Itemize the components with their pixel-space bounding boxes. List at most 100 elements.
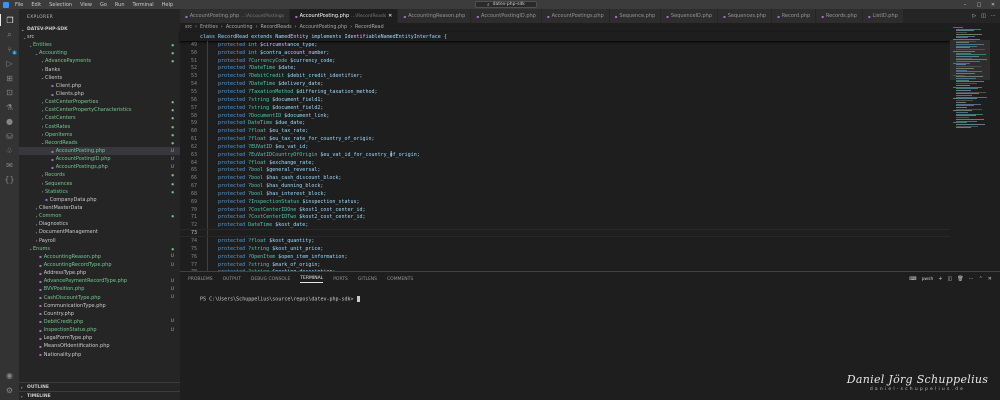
tree-folder[interactable]: › CostCenterProperties ● — [19, 98, 180, 106]
database-icon[interactable]: ⛁ — [0, 130, 19, 142]
editor-tab[interactable]: ▪ Record.php — [772, 9, 817, 23]
code-line[interactable]: 64 protected ?float $exchange_rate; — [180, 158, 950, 167]
panel-tab-terminal[interactable]: TERMINAL — [300, 276, 324, 283]
panel-tab-ports[interactable]: PORTS — [333, 277, 348, 282]
breadcrumb-item[interactable]: AccountPosting.php — [300, 25, 347, 30]
remote-explorer-icon[interactable]: ⊡ — [0, 87, 19, 99]
tree-file[interactable]: ▪ AccountingRecordType.php U — [19, 261, 180, 269]
tree-file[interactable]: ▪ CommunicationType.php — [19, 302, 180, 310]
code-line[interactable]: 61 protected ?float $eu_tax_rate_for_coun… — [180, 135, 950, 143]
editor-tab[interactable]: ▪ ListID.php — [862, 9, 904, 23]
code-line[interactable]: 57 protected ?string $document_field2; — [180, 103, 950, 112]
tree-folder[interactable]: › Sequences ● — [19, 180, 180, 188]
tree-file[interactable]: ▪ AccountPosting.php U — [19, 146, 180, 156]
editor-scrollbar[interactable] — [990, 23, 1000, 271]
more-actions-icon[interactable]: ⋯ — [991, 13, 996, 19]
tree-folder[interactable]: › OpenItems ● — [19, 131, 180, 139]
close-icon[interactable]: ✕ — [986, 0, 1000, 9]
code-line[interactable]: 62 protected ?EUVatID $eu_vat_id; — [180, 142, 950, 151]
menu-item-run[interactable]: Run — [115, 2, 125, 8]
panel-tab-output[interactable]: OUTPUT — [223, 277, 241, 282]
source-control-icon[interactable]: ⑂ 6 — [0, 43, 19, 55]
add-terminal-icon[interactable]: + — [938, 276, 942, 282]
code-line[interactable]: 55 protected ?TaxationMethod $differing_t… — [180, 88, 950, 96]
minimap[interactable] — [950, 23, 990, 271]
breadcrumb-item[interactable]: Accounting — [226, 25, 253, 30]
sticky-scroll-header[interactable]: class RecordRead extends NamedEntity imp… — [180, 32, 950, 41]
menu-item-edit[interactable]: Edit — [31, 2, 41, 8]
tree-folder[interactable]: › Common ● — [19, 212, 180, 220]
code-line[interactable]: 51 protected ?CurrencyCode $currency_code… — [180, 56, 950, 65]
trash-icon[interactable]: 🗑 — [957, 276, 963, 282]
json-icon[interactable]: {} — [0, 174, 19, 186]
tree-file[interactable]: ▪ AccountingReason.php U — [19, 253, 180, 261]
code-line[interactable]: 74 protected ?float $kost_quantity; — [180, 237, 950, 245]
close-panel-icon[interactable]: ✕ — [988, 276, 992, 282]
code-line[interactable]: 63 protected ?EuVatIDCountryOfOrigin $eu_… — [180, 150, 950, 159]
code-line[interactable]: 56 protected ?string $document_field1; — [180, 95, 950, 104]
tree-folder[interactable]: ⌄ Enums ● — [19, 245, 180, 253]
tree-folder[interactable]: ⌄ Entities ● — [19, 41, 180, 49]
command-center[interactable]: ⌕ datev-php-sdk — [475, 1, 537, 8]
editor-tab[interactable]: ▪ Records.php — [816, 9, 863, 23]
minimize-icon[interactable]: – — [958, 0, 972, 9]
editor-tab[interactable]: ▪ AccountPosting.php ...\RecordReads ✕ — [289, 9, 399, 23]
tree-file[interactable]: ▪ MeansOfIdentification.php — [19, 342, 180, 350]
tree-folder[interactable]: › AdvancePayments ● — [19, 57, 180, 65]
tree-file[interactable]: ▪ AccountPostingID.php U — [19, 155, 180, 163]
tree-folder[interactable]: ⌄ RecordReads ● — [19, 139, 180, 147]
tree-folder[interactable]: › Banks — [19, 66, 180, 74]
code-line[interactable]: 67 protected ?bool $has_dunning_block; — [180, 182, 950, 191]
editor-tab[interactable]: ▪ SequenceID.php — [661, 9, 718, 23]
menu-item-terminal[interactable]: Terminal — [133, 2, 154, 8]
tree-folder[interactable]: ⌄ Clients — [19, 74, 180, 82]
code-line[interactable]: 71 protected ?CostCenterIDTwo $kost2_cost… — [180, 213, 950, 222]
panel-tab-gitlens[interactable]: GITLENS — [358, 277, 377, 282]
tree-folder[interactable]: › CostCenters ● — [19, 114, 180, 122]
code-line[interactable]: 70 protected ?CostCenterIDOne $kost1_cost… — [180, 205, 950, 214]
panel-tab-problems[interactable]: PROBLEMS — [188, 277, 213, 282]
breadcrumb-item[interactable]: src — [185, 25, 192, 30]
terminal-output[interactable]: PS C:\Users\Schuppelius\source\repos\dat… — [180, 290, 1000, 309]
editor-tab[interactable]: ▪ Sequence.php — [609, 9, 662, 23]
tree-file[interactable]: ▪ CashDiscountType.php U — [19, 294, 180, 302]
tree-folder[interactable]: › DocumentManagement — [19, 228, 180, 236]
tree-file[interactable]: ▪ Clients.php — [19, 90, 180, 98]
testing-icon[interactable]: ⚗ — [0, 101, 19, 113]
maximize-panel-icon[interactable]: ⌃ — [979, 276, 983, 282]
github-icon[interactable]: ● — [0, 116, 19, 128]
more-actions-icon[interactable]: ⋯ — [969, 276, 974, 282]
code-line[interactable]: 54 protected ?DateTime $delivery_date; — [180, 80, 950, 89]
tree-folder[interactable]: › ClientMasterData — [19, 204, 180, 212]
panel-tab-comments[interactable]: COMMENTS — [387, 277, 413, 282]
code-line[interactable]: 53 protected ?DebitCredit $debit_credit_i… — [180, 72, 950, 81]
tree-icon[interactable]: ♧ — [0, 145, 19, 157]
code-line[interactable]: 77 protected ?string $mark_of_origin; — [180, 260, 950, 269]
account-icon[interactable]: ◉ — [0, 369, 19, 381]
menu-item-view[interactable]: View — [80, 2, 92, 8]
code-line[interactable]: 59 protected DateTime $due_date; — [180, 119, 950, 128]
tree-file[interactable]: ▪ Client.php — [19, 82, 180, 90]
tree-file[interactable]: ▪ AdvancePaymentRecordType.php U — [19, 277, 180, 285]
timeline-section-header[interactable]: › TIMELINE — [19, 391, 180, 400]
code-line[interactable]: 75 protected ?string $kost_unit_price; — [180, 244, 950, 253]
editor-tab[interactable]: ▪ Sequences.php — [717, 9, 773, 23]
code-line[interactable]: 50 protected int $contra_account_number; — [180, 48, 950, 57]
code-line[interactable]: 72 protected DateTime $kost_date; — [180, 221, 950, 230]
tree-file[interactable]: ▪ Country.php — [19, 310, 180, 318]
tree-folder[interactable]: › CostCenterPropertyCharacteristics ● — [19, 106, 180, 114]
split-terminal-icon[interactable]: ◫ — [948, 276, 953, 282]
run-debug-icon[interactable]: ▷ — [0, 58, 19, 70]
split-editor-icon[interactable]: ◫ — [981, 13, 986, 19]
editor-tab[interactable]: ▪ AccountingReason.php — [398, 9, 472, 23]
menu-item-help[interactable]: Help — [162, 2, 173, 8]
code-line[interactable]: 73 — [180, 229, 950, 238]
tree-file[interactable]: ▪ LegalFormType.php — [19, 334, 180, 342]
tree-file[interactable]: ▪ BVVPosition.php U — [19, 285, 180, 293]
run-icon[interactable]: ▷ — [972, 13, 976, 19]
outline-section-header[interactable]: › OUTLINE — [19, 382, 180, 391]
code-line[interactable]: 68 protected ?bool $has_interest_block; — [180, 190, 950, 198]
breadcrumb-item[interactable]: RecordRead — [355, 25, 384, 30]
code-line[interactable]: 52 protected ?DateTime $date; — [180, 64, 950, 73]
mail-icon[interactable]: ✉ — [0, 159, 19, 171]
